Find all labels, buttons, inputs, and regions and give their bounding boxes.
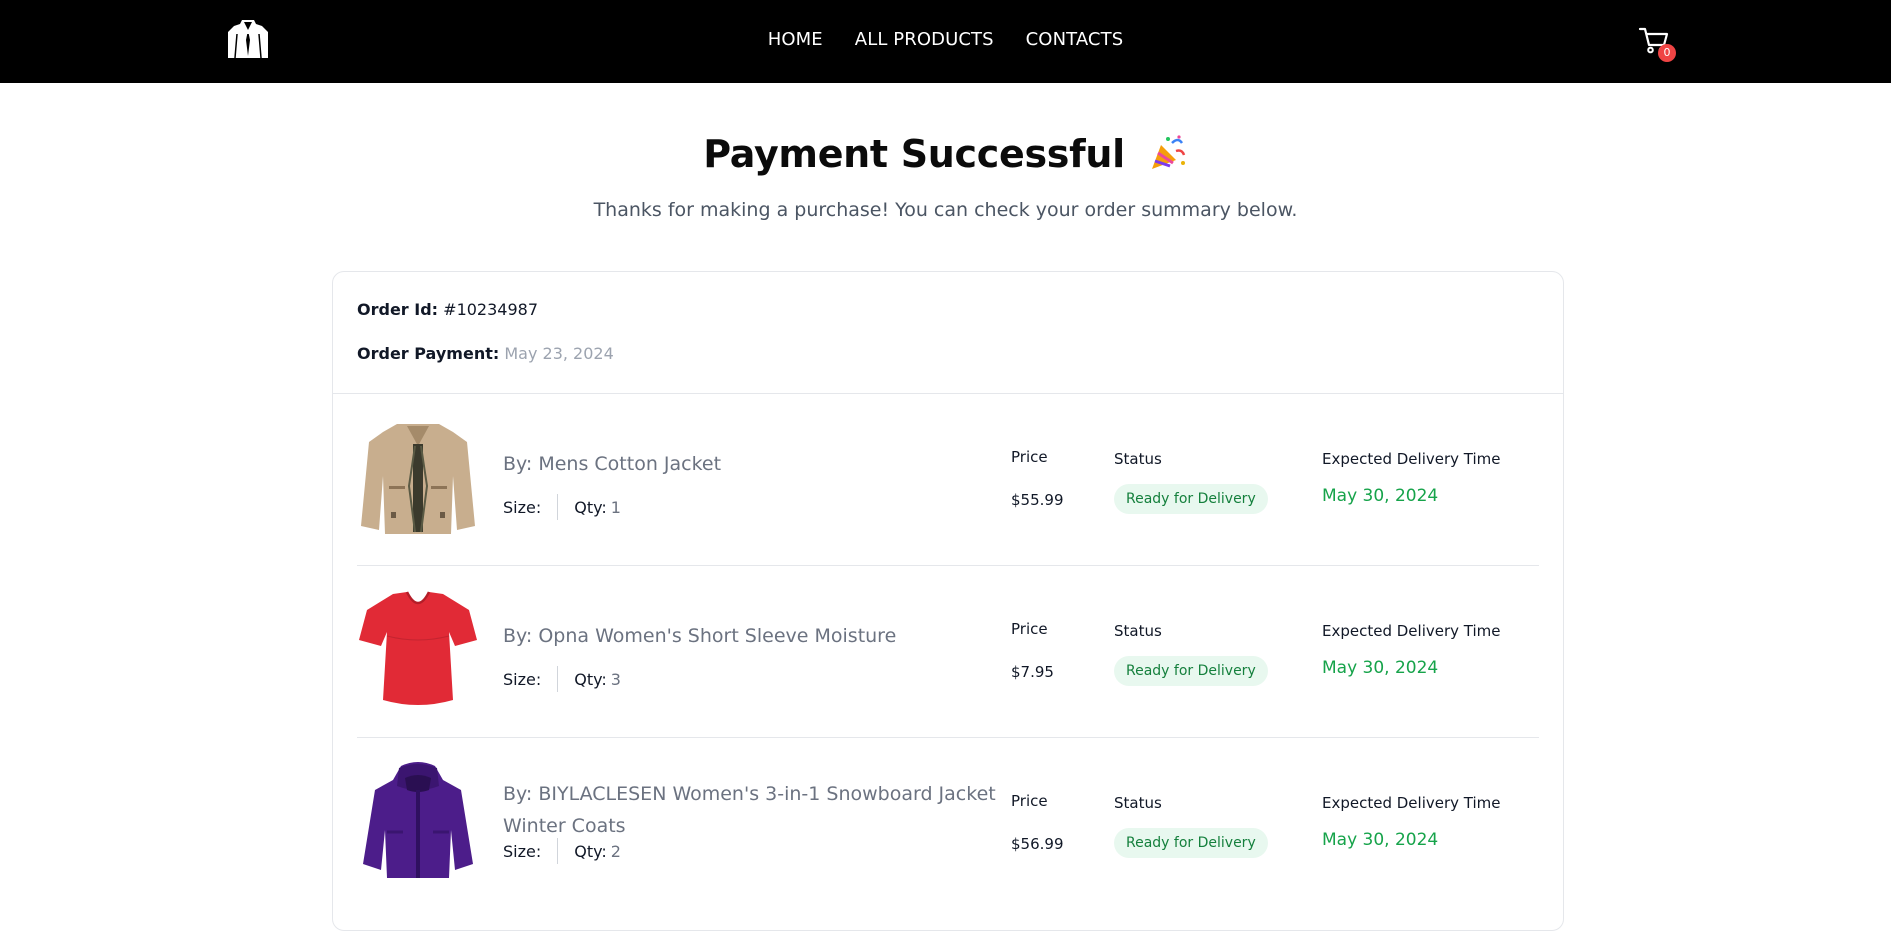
product-name: By: Opna Women's Short Sleeve Moisture [503, 625, 897, 647]
order-id-line: Order Id: #10234987 [357, 300, 538, 319]
product-name: By: Mens Cotton Jacket [503, 453, 722, 475]
price-label: Price [1011, 620, 1048, 638]
order-meta: Order Id: #10234987 Order Payment: May 2… [333, 272, 1563, 394]
khaki-jacket-image [361, 424, 475, 534]
party-popper-icon [1151, 135, 1185, 169]
price-label: Price [1011, 448, 1048, 466]
divider [557, 494, 559, 520]
product-name: By: BIYLACLESEN Women's 3-in-1 Snowboard… [503, 783, 996, 837]
qty-label: Qty: [574, 497, 607, 517]
order-summary-card: Order Id: #10234987 Order Payment: May 2… [332, 271, 1564, 931]
divider [557, 666, 559, 692]
top-navbar: HOME ALL PRODUCTS CONTACTS 0 [0, 0, 1891, 83]
status-badge: Ready for Delivery [1114, 828, 1268, 858]
order-item: By: Mens Cotton Jacket Size: Qty: 1 Pric… [357, 394, 1539, 566]
status-label: Status [1114, 622, 1162, 640]
page-title-row: Payment Successful [0, 132, 1891, 176]
size-label: Size: [503, 497, 542, 517]
cart-count-badge[interactable]: 0 [1658, 44, 1676, 62]
order-payment-label: Order Payment: [357, 344, 500, 363]
price-value: $56.99 [1011, 835, 1064, 853]
order-id-label: Order Id: [357, 300, 439, 319]
order-id-value: #10234987 [443, 300, 538, 319]
status-badge: Ready for Delivery [1114, 484, 1268, 514]
size-label: Size: [503, 669, 542, 689]
delivery-date: May 30, 2024 [1322, 830, 1439, 850]
status-label: Status [1114, 794, 1162, 812]
page-subtitle: Thanks for making a purchase! You can ch… [593, 199, 1298, 221]
page-title: Payment Successful [703, 132, 1125, 176]
divider [557, 838, 559, 864]
order-payment-line: Order Payment: May 23, 2024 [357, 344, 614, 363]
qty-label: Qty: [574, 841, 607, 861]
size-qty-row: Size: Qty: 1 [503, 494, 621, 520]
delivery-label: Expected Delivery Time [1322, 622, 1501, 640]
price-label: Price [1011, 792, 1048, 810]
nav-home-link[interactable]: HOME [768, 29, 823, 50]
delivery-date: May 30, 2024 [1322, 486, 1439, 506]
delivery-date: May 30, 2024 [1322, 658, 1439, 678]
order-item: By: Opna Women's Short Sleeve Moisture S… [357, 566, 1539, 738]
qty-value: 1 [610, 497, 621, 517]
qty-value: 2 [610, 841, 621, 861]
purple-jacket-image [363, 762, 473, 878]
red-tshirt-image [359, 591, 477, 705]
price-value: $55.99 [1011, 491, 1064, 509]
qty-value: 3 [610, 669, 621, 689]
delivery-label: Expected Delivery Time [1322, 450, 1501, 468]
size-qty-row: Size: Qty: 3 [503, 666, 621, 692]
nav-contacts-link[interactable]: CONTACTS [1026, 29, 1124, 50]
main-nav: HOME ALL PRODUCTS CONTACTS [0, 0, 1891, 78]
order-item: By: BIYLACLESEN Women's 3-in-1 Snowboard… [357, 738, 1539, 910]
qty-label: Qty: [574, 669, 607, 689]
order-payment-value: May 23, 2024 [504, 344, 614, 363]
size-qty-row: Size: Qty: 2 [503, 838, 621, 864]
price-value: $7.95 [1011, 663, 1054, 681]
status-label: Status [1114, 450, 1162, 468]
nav-all-products-link[interactable]: ALL PRODUCTS [855, 29, 994, 50]
size-label: Size: [503, 841, 542, 861]
status-badge: Ready for Delivery [1114, 656, 1268, 686]
delivery-label: Expected Delivery Time [1322, 794, 1501, 812]
